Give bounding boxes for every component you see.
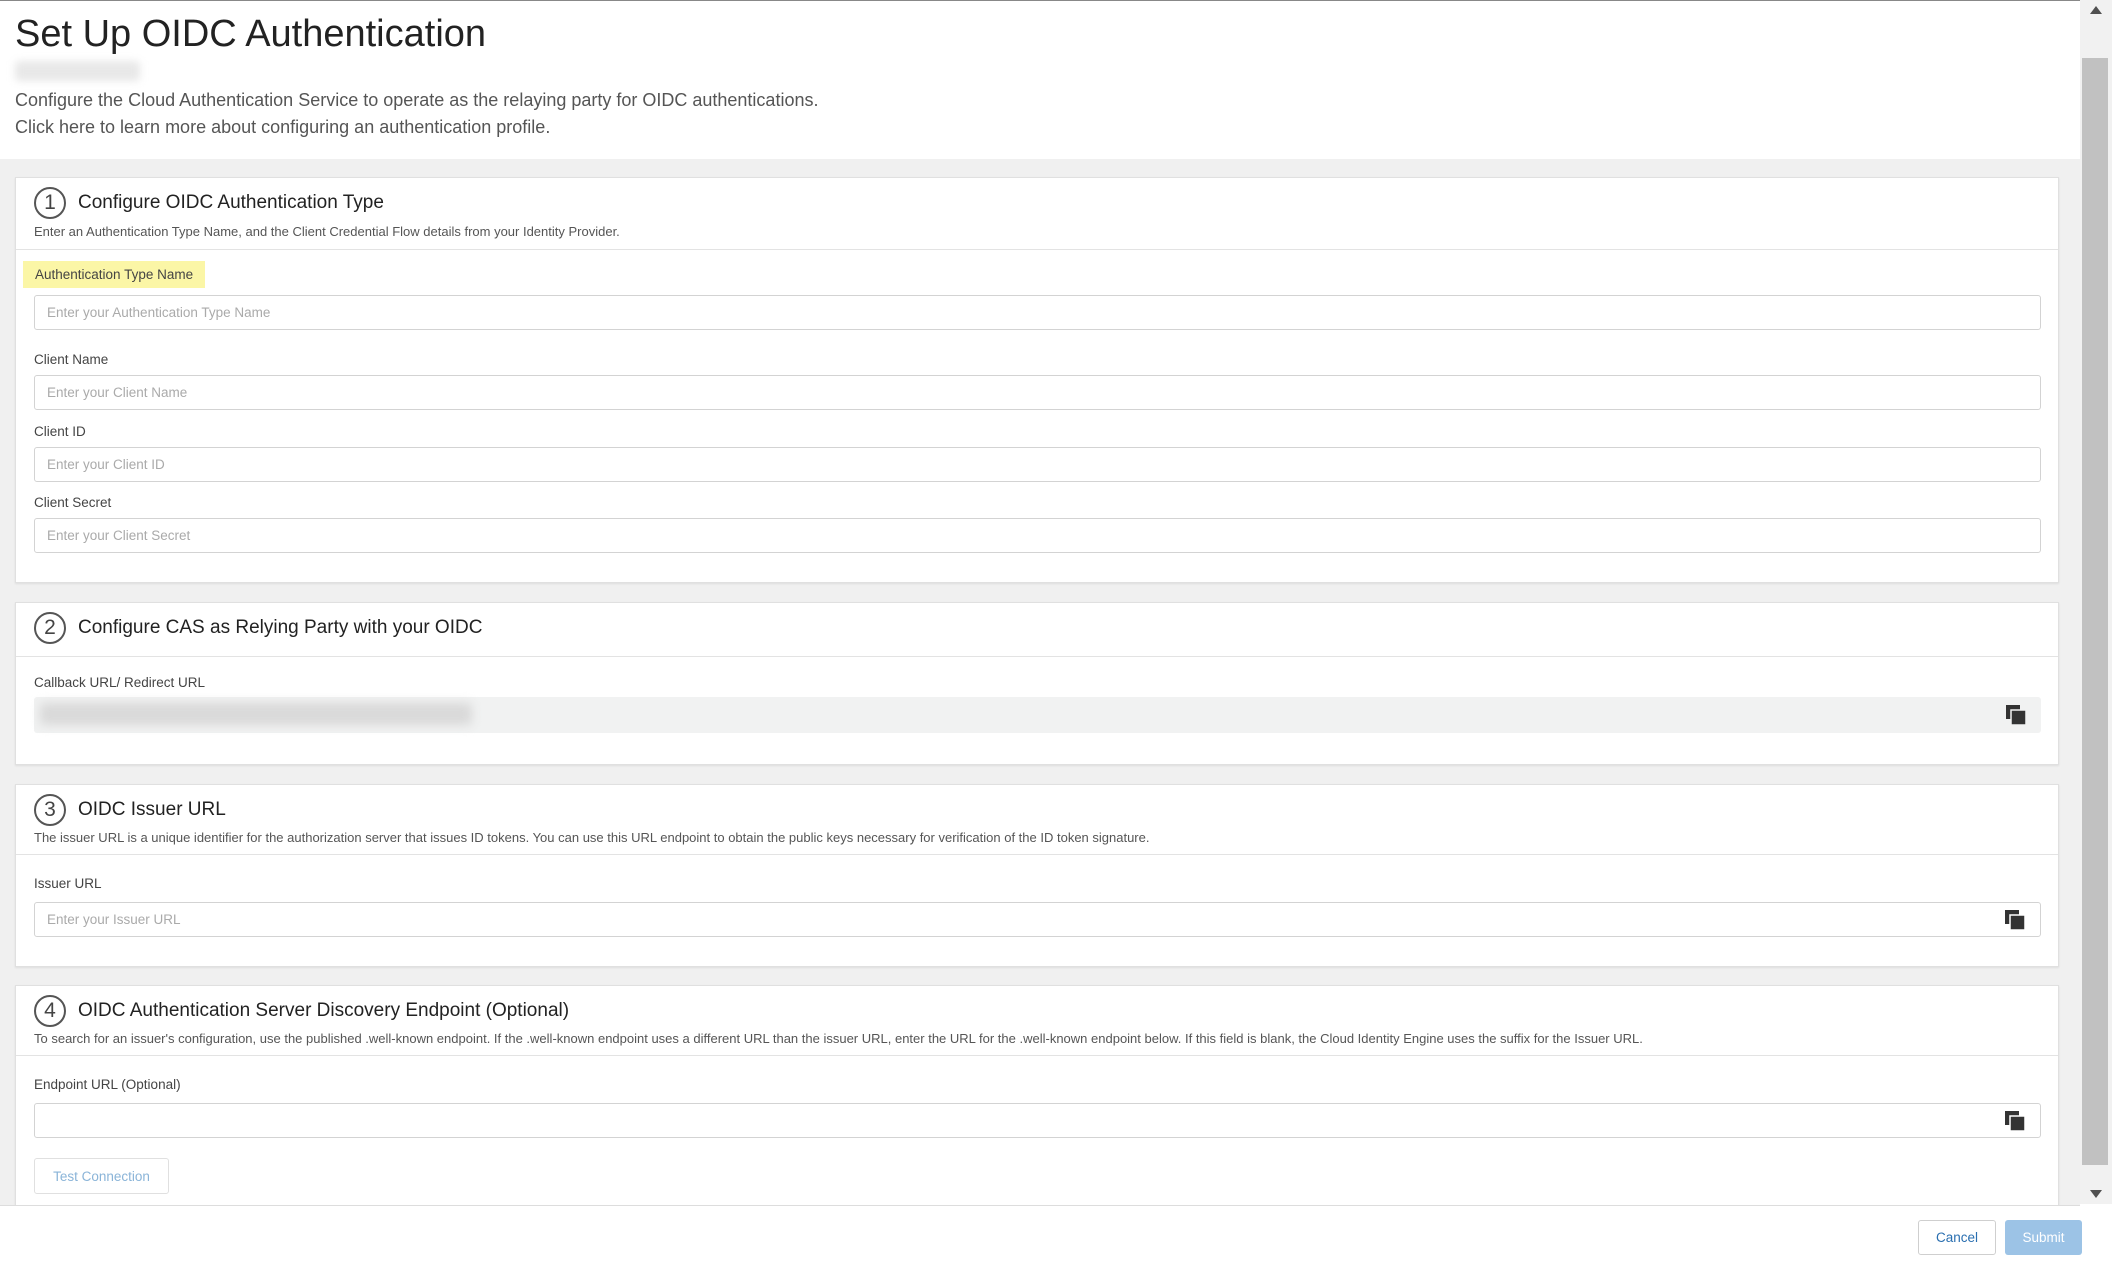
- section-header: 1 Configure OIDC Authentication Type Ent…: [16, 178, 2058, 250]
- test-connection-button[interactable]: Test Connection: [34, 1158, 169, 1194]
- redacted-callback-url: [40, 703, 472, 725]
- issuer-url-input[interactable]: [34, 902, 2041, 937]
- client-id-input[interactable]: [34, 447, 2041, 482]
- section-title: Configure OIDC Authentication Type: [78, 192, 384, 213]
- endpoint-url-label: Endpoint URL (Optional): [34, 1077, 181, 1092]
- callback-url-field: [34, 697, 2041, 733]
- endpoint-url-input[interactable]: [34, 1103, 2041, 1138]
- callback-url-label: Callback URL/ Redirect URL: [34, 675, 206, 690]
- step-number: 2: [34, 612, 66, 644]
- section-header: 2 Configure CAS as Relying Party with yo…: [16, 603, 2058, 657]
- section-title: OIDC Authentication Server Discovery End…: [78, 1000, 570, 1021]
- cancel-button[interactable]: Cancel: [1918, 1220, 1996, 1255]
- section-description: Enter an Authentication Type Name, and t…: [34, 224, 620, 239]
- page-header: Set Up OIDC Authentication Configure the…: [0, 1, 2080, 159]
- copy-icon[interactable]: [2004, 1110, 2026, 1132]
- copy-icon[interactable]: [2004, 909, 2026, 931]
- learn-more-link[interactable]: Click here to learn more about configuri…: [15, 117, 550, 138]
- step-number: 3: [34, 794, 66, 826]
- client-name-input[interactable]: [34, 375, 2041, 410]
- section-title: Configure CAS as Relying Party with your…: [78, 617, 483, 638]
- section-description: To search for an issuer's configuration,…: [34, 1031, 1643, 1046]
- oidc-setup-page: Set Up OIDC Authentication Configure the…: [0, 0, 2082, 1262]
- submit-button[interactable]: Submit: [2005, 1220, 2082, 1255]
- page-title: Set Up OIDC Authentication: [15, 13, 487, 55]
- step-number: 4: [34, 995, 66, 1027]
- redacted-subtitle: [15, 61, 140, 81]
- section-relying-party: 2 Configure CAS as Relying Party with yo…: [15, 602, 2059, 765]
- section-issuer-url: 3 OIDC Issuer URL The issuer URL is a un…: [15, 784, 2059, 967]
- auth-type-name-input[interactable]: [34, 295, 2041, 330]
- section-discovery-endpoint: 4 OIDC Authentication Server Discovery E…: [15, 985, 2059, 1205]
- page-description: Configure the Cloud Authentication Servi…: [15, 90, 819, 110]
- section-title: OIDC Issuer URL: [78, 799, 226, 820]
- section-configure-auth-type: 1 Configure OIDC Authentication Type Ent…: [15, 177, 2059, 583]
- section-header: 3 OIDC Issuer URL The issuer URL is a un…: [16, 785, 2058, 855]
- client-id-label: Client ID: [34, 424, 86, 439]
- footer-actions: Cancel Submit: [0, 1205, 2082, 1262]
- issuer-url-field: [16, 902, 2058, 938]
- scroll-thumb[interactable]: [2082, 58, 2108, 1165]
- form-content: 1 Configure OIDC Authentication Type Ent…: [0, 159, 2080, 1205]
- copy-icon[interactable]: [2005, 704, 2027, 726]
- auth-type-name-label: Authentication Type Name: [23, 261, 206, 288]
- client-secret-input[interactable]: [34, 518, 2041, 553]
- step-number: 1: [34, 187, 66, 219]
- vertical-scrollbar[interactable]: [2080, 0, 2112, 1204]
- section-header: 4 OIDC Authentication Server Discovery E…: [16, 986, 2058, 1056]
- endpoint-url-field: [16, 1103, 2058, 1139]
- client-name-label: Client Name: [34, 352, 109, 367]
- client-secret-label: Client Secret: [34, 495, 112, 510]
- scroll-up-arrow-icon[interactable]: [2090, 6, 2102, 14]
- issuer-url-label: Issuer URL: [34, 876, 102, 891]
- scroll-down-arrow-icon[interactable]: [2090, 1190, 2102, 1198]
- section-description: The issuer URL is a unique identifier fo…: [34, 830, 1150, 845]
